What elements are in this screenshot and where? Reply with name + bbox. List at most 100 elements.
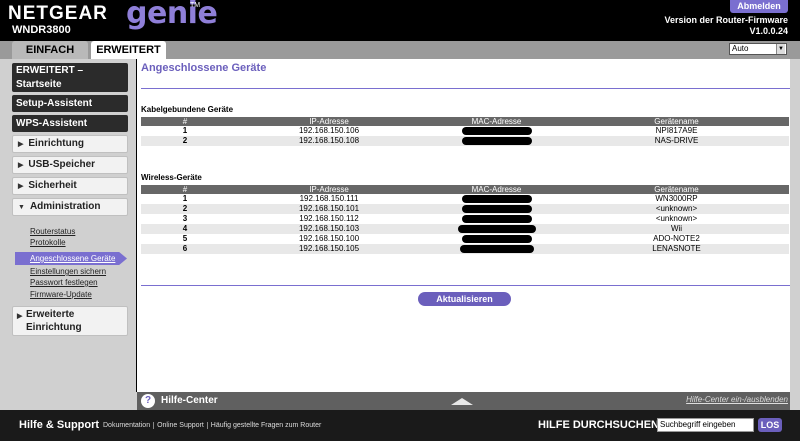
setup-wizard-button[interactable]: Setup-Assistent bbox=[12, 95, 128, 112]
tab-erweitert[interactable]: ERWEITERT bbox=[91, 41, 166, 59]
ip-address: 192.168.150.103 bbox=[229, 224, 429, 234]
column-header: MAC-Adresse bbox=[429, 185, 564, 194]
sidebar-item-label: Administration bbox=[29, 201, 101, 212]
table-row: 1 192.168.150.106 NPI817A9E bbox=[141, 126, 789, 136]
mac-address-redacted bbox=[429, 126, 564, 136]
triangle-right-icon: ▶ bbox=[17, 313, 23, 320]
column-header: Gerätename bbox=[564, 117, 789, 126]
sublink-angeschlossene-geraete[interactable]: Angeschlossene Geräte bbox=[15, 252, 127, 265]
table-row: 1 192.168.150.111 WN3000RP bbox=[141, 194, 789, 204]
column-header: # bbox=[141, 117, 229, 126]
row-number: 2 bbox=[141, 136, 229, 146]
mac-address-redacted bbox=[429, 244, 564, 254]
row-number: 3 bbox=[182, 214, 188, 223]
main-content: Angeschlossene Geräte Kabelgebundene Ger… bbox=[137, 59, 790, 392]
table-header-row: # IP-Adresse MAC-Adresse Gerätename bbox=[141, 117, 789, 126]
device-name: ADO-NOTE2 bbox=[653, 234, 700, 243]
sidebar-home-label-line1: ERWEITERT – bbox=[16, 65, 84, 76]
device-name: NAS-DRIVE bbox=[564, 136, 789, 146]
sidebar-item-label: Sicherheit bbox=[28, 180, 77, 191]
table-row: 2 192.168.150.108 NAS-DRIVE bbox=[141, 136, 789, 146]
help-center-bar: ? Hilfe-Center Hilfe-Center ein-/ausblen… bbox=[137, 392, 790, 410]
mac-address-redacted bbox=[429, 224, 564, 234]
ip-address: 192.168.150.112 bbox=[299, 214, 359, 223]
row-number: 1 bbox=[182, 194, 188, 203]
column-header: Gerätename bbox=[564, 185, 789, 194]
genie-logo: genie bbox=[126, 0, 218, 31]
mac-address-redacted bbox=[429, 194, 564, 204]
ip-address: 192.168.150.101 bbox=[229, 204, 429, 214]
triangle-right-icon: ▶ bbox=[18, 141, 24, 148]
sidebar-item-label: USB-Speicher bbox=[28, 159, 96, 170]
trademark-mark: TM bbox=[190, 2, 201, 9]
table-row: 6 192.168.150.105 LENASNOTE bbox=[141, 244, 789, 254]
question-icon[interactable]: ? bbox=[141, 394, 155, 408]
sublink-firmware-update[interactable]: Firmware-Update bbox=[30, 290, 92, 299]
device-name: LENASNOTE bbox=[564, 244, 789, 254]
footer-links: Dokumentation Online Support Häufig gestel… bbox=[100, 422, 324, 429]
sidebar-home-button[interactable]: ERWEITERT – Startseite bbox=[12, 63, 128, 92]
ip-address: 192.168.150.106 bbox=[298, 126, 360, 135]
refresh-button[interactable]: Aktualisieren bbox=[418, 292, 511, 306]
footer-link-faq[interactable]: Häufig gestellte Fragen zum Router bbox=[208, 422, 325, 429]
sublink-protokolle[interactable]: Protokolle bbox=[30, 238, 66, 247]
ip-address: 192.168.150.105 bbox=[229, 244, 429, 254]
help-search-go-button[interactable]: LOS bbox=[758, 418, 782, 432]
right-border bbox=[790, 59, 800, 410]
row-number: 2 bbox=[141, 204, 229, 214]
column-header: IP-Adresse bbox=[229, 185, 429, 194]
firmware-version: V1.0.0.24 bbox=[749, 26, 788, 36]
wired-section-title: Kabelgebundene Geräte bbox=[141, 105, 234, 114]
language-select[interactable]: Auto ▼ bbox=[729, 43, 787, 55]
sidebar-item-label: Einrichtung bbox=[28, 138, 84, 149]
sidebar-item-einrichtung[interactable]: ▶ Einrichtung bbox=[12, 135, 128, 153]
wired-devices-table: # IP-Adresse MAC-Adresse Gerätename 1 19… bbox=[141, 117, 789, 146]
column-header: MAC-Adresse bbox=[429, 117, 564, 126]
page-title: Angeschlossene Geräte bbox=[141, 62, 267, 74]
sublink-einstellungen-sichern[interactable]: Einstellungen sichern bbox=[30, 267, 106, 276]
mac-address-redacted bbox=[429, 204, 564, 214]
tab-einfach[interactable]: EINFACH bbox=[12, 41, 88, 59]
device-name: <unknown> bbox=[564, 204, 789, 214]
help-search-label: HILFE DURCHSUCHEN bbox=[538, 419, 659, 431]
device-name: NPI817A9E bbox=[655, 126, 698, 135]
sublink-routerstatus[interactable]: Routerstatus bbox=[30, 227, 75, 236]
sublink-passwort-festlegen[interactable]: Passwort festlegen bbox=[30, 278, 98, 287]
wireless-devices-table: # IP-Adresse MAC-Adresse Gerätename 1 19… bbox=[141, 185, 789, 254]
sidebar-item-usb-speicher[interactable]: ▶ USB-Speicher bbox=[12, 156, 128, 174]
sidebar-item-erweiterte-einrichtung[interactable]: ▶ Erweiterte Einrichtung bbox=[12, 306, 128, 336]
help-center-toggle-link[interactable]: Hilfe-Center ein-/ausblenden bbox=[686, 395, 788, 404]
sidebar-home-label-line2: Startseite bbox=[16, 79, 62, 90]
logout-button[interactable]: Abmelden bbox=[730, 0, 788, 13]
footer-link-online-support[interactable]: Online Support bbox=[154, 422, 208, 429]
footer-link-documentation[interactable]: Dokumentation bbox=[100, 422, 155, 429]
ip-address: 192.168.150.100 bbox=[298, 234, 360, 243]
divider bbox=[141, 285, 790, 286]
sidebar: ERWEITERT – Startseite Setup-Assistent W… bbox=[0, 59, 136, 392]
column-header: IP-Adresse bbox=[229, 117, 429, 126]
help-center-title: Hilfe-Center bbox=[161, 395, 218, 406]
column-header: # bbox=[141, 185, 229, 194]
row-number: 4 bbox=[141, 224, 229, 234]
language-selected: Auto bbox=[732, 44, 749, 53]
netgear-logo: NETGEAR bbox=[8, 3, 108, 24]
help-search-input[interactable]: Suchbegriff eingeben bbox=[657, 418, 754, 432]
ip-address: 192.168.150.108 bbox=[229, 136, 429, 146]
sidebar-item-sicherheit[interactable]: ▶ Sicherheit bbox=[12, 177, 128, 195]
wps-wizard-button[interactable]: WPS-Assistent bbox=[12, 115, 128, 132]
mac-address-redacted bbox=[429, 136, 564, 146]
mac-address-redacted bbox=[429, 234, 564, 244]
table-row: 2 192.168.150.101 <unknown> bbox=[141, 204, 789, 214]
expand-arrow-icon[interactable] bbox=[451, 398, 473, 405]
wireless-section-title: Wireless-Geräte bbox=[141, 173, 202, 182]
firmware-label: Version der Router-Firmware bbox=[664, 15, 788, 25]
help-support-label: Hilfe & Support bbox=[19, 419, 100, 431]
table-header-row: # IP-Adresse MAC-Adresse Gerätename bbox=[141, 185, 789, 194]
row-number: 6 bbox=[141, 244, 229, 254]
sidebar-item-administration[interactable]: ▼ Administration bbox=[12, 198, 128, 216]
row-number: 1 bbox=[182, 126, 188, 135]
table-row: 3 192.168.150.112 <unknown> bbox=[141, 214, 789, 224]
sidebar-item-label-line2: Einrichtung bbox=[26, 322, 82, 333]
table-row: 5 192.168.150.100 ADO-NOTE2 bbox=[141, 234, 789, 244]
left-border bbox=[0, 392, 137, 410]
